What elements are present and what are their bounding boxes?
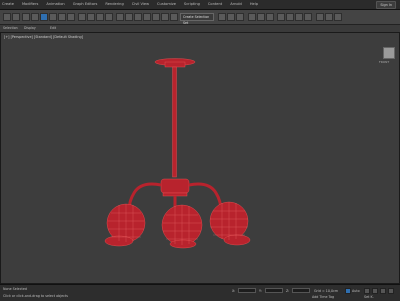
zoom-extents-icon[interactable] <box>380 288 386 294</box>
render-icon[interactable] <box>325 13 333 21</box>
curve-editor-icon[interactable] <box>257 13 265 21</box>
menu-rendering[interactable]: Rendering <box>105 2 123 6</box>
main-toolbar: Create Selection Set <box>0 10 400 25</box>
menu-help[interactable]: Help <box>250 2 258 6</box>
teapot-icon[interactable] <box>316 13 324 21</box>
ribbon-tab-display[interactable]: Display <box>24 26 36 30</box>
snaps-toggle-icon[interactable] <box>152 13 160 21</box>
rotate-icon[interactable] <box>87 13 95 21</box>
region-select-icon[interactable] <box>58 13 66 21</box>
x-coordinate-field[interactable] <box>238 288 256 293</box>
align-icon[interactable] <box>227 13 235 21</box>
set-key-label: Set K. <box>364 295 374 299</box>
menu-bar: Create Modifiers Animation Graph Editors… <box>0 0 400 10</box>
menu-graph-editors[interactable]: Graph Editors <box>73 2 98 6</box>
percent-snap-icon[interactable] <box>170 13 178 21</box>
unlink-icon[interactable] <box>31 13 39 21</box>
ribbon-tab-edit[interactable]: Edit <box>50 26 56 30</box>
undo-icon[interactable] <box>3 13 11 21</box>
perspective-viewport[interactable]: [+] [Perspective] [Standard] [Default Sh… <box>0 32 400 284</box>
keyboard-shortcut-icon[interactable] <box>143 13 151 21</box>
selection-status: None Selected <box>3 287 27 291</box>
add-time-tag[interactable]: Add Time Tag <box>312 295 334 299</box>
viewcube-label: FRONT <box>379 60 390 64</box>
status-bar: None Selected Click or click-and-drag to… <box>0 284 400 301</box>
play-icon[interactable] <box>364 288 370 294</box>
redo-icon[interactable] <box>12 13 20 21</box>
selection-set-dropdown[interactable]: Create Selection Set <box>180 13 214 25</box>
menu-create[interactable]: Create <box>2 2 14 6</box>
material-editor-icon[interactable] <box>277 13 285 21</box>
menu-scripting[interactable]: Scripting <box>184 2 200 6</box>
menu-modifiers[interactable]: Modifiers <box>22 2 38 6</box>
auto-key-label: Auto <box>352 289 360 293</box>
menu-customize[interactable]: Customize <box>157 2 176 6</box>
sign-in-button[interactable]: Sign In <box>376 1 396 9</box>
prompt-line: Click or click-and-drag to select object… <box>3 294 68 298</box>
canopy-base <box>164 61 186 68</box>
shade-center-rim <box>169 239 197 249</box>
rendered-frame-icon[interactable] <box>295 13 303 21</box>
pan-icon[interactable] <box>388 288 394 294</box>
y-label: Y: <box>259 289 262 293</box>
z-coordinate-field[interactable] <box>292 288 310 293</box>
render-setup-icon[interactable] <box>286 13 294 21</box>
viewcube-icon[interactable] <box>383 47 395 59</box>
schematic-view-icon[interactable] <box>266 13 274 21</box>
reference-coordinate-icon[interactable] <box>116 13 124 21</box>
link-icon[interactable] <box>22 13 30 21</box>
menu-civil-view[interactable]: Civil View <box>132 2 149 6</box>
y-coordinate-field[interactable] <box>265 288 283 293</box>
render-production-icon[interactable] <box>304 13 312 21</box>
hub <box>160 178 190 194</box>
mirror-icon[interactable] <box>218 13 226 21</box>
move-icon[interactable] <box>78 13 86 21</box>
menu-content[interactable]: Content <box>208 2 222 6</box>
select-by-name-icon[interactable] <box>49 13 57 21</box>
suspension-rod <box>172 66 177 178</box>
hub-ring <box>162 192 188 197</box>
menu-items: Create Modifiers Animation Graph Editors… <box>2 2 258 6</box>
pivot-center-icon[interactable] <box>125 13 133 21</box>
shade-right-rim <box>223 234 251 246</box>
menu-animation[interactable]: Animation <box>46 2 64 6</box>
z-label: Z: <box>286 289 290 293</box>
angle-snap-icon[interactable] <box>161 13 169 21</box>
place-icon[interactable] <box>105 13 113 21</box>
auto-key-button[interactable] <box>345 288 351 294</box>
environment-icon[interactable] <box>334 13 342 21</box>
manipulate-icon[interactable] <box>134 13 142 21</box>
select-object-icon[interactable] <box>40 13 48 21</box>
menu-arnold[interactable]: Arnold <box>230 2 242 6</box>
scene-explorer-icon[interactable] <box>248 13 256 21</box>
layers-icon[interactable] <box>236 13 244 21</box>
window-crossing-icon[interactable] <box>67 13 75 21</box>
ribbon-tab-selection[interactable]: Selection <box>3 26 18 30</box>
next-frame-icon[interactable] <box>372 288 378 294</box>
scale-icon[interactable] <box>96 13 104 21</box>
chandelier-model[interactable] <box>1 33 400 285</box>
grid-size: Grid = 10,0cm <box>314 289 339 293</box>
x-label: X: <box>232 289 236 293</box>
